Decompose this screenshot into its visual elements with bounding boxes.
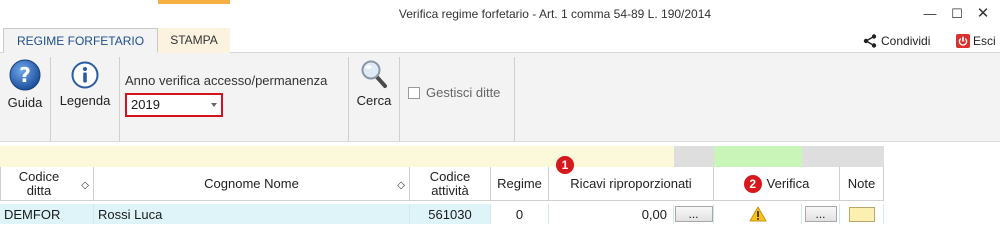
cell-ricavi[interactable]: 0,00 xyxy=(549,204,674,224)
col-header-label: Codice attività xyxy=(429,168,471,198)
ricavi-detail-button[interactable]: ... xyxy=(674,206,713,222)
anno-label: Anno verifica accesso/permanenza xyxy=(125,73,328,88)
cell-verifica-button: ... xyxy=(802,204,840,224)
sort-icon[interactable]: ◇ xyxy=(81,179,89,193)
gestisci-ditte-label: Gestisci ditte xyxy=(426,85,501,100)
band-segment xyxy=(840,146,884,167)
anno-value: 2019 xyxy=(131,97,160,112)
warning-icon[interactable] xyxy=(749,206,767,222)
chevron-down-icon xyxy=(211,103,217,107)
callout-badge-1: 1 xyxy=(556,156,574,174)
cerca-label: Cerca xyxy=(356,93,392,108)
sort-icon[interactable]: ◇ xyxy=(397,179,405,193)
band-segment xyxy=(674,146,714,167)
tab-stampa[interactable]: STAMPA xyxy=(158,28,230,53)
col-header-label: Ricavi riproporzionati xyxy=(570,175,692,191)
anno-select[interactable]: 2019 xyxy=(125,93,223,117)
help-icon: ? xyxy=(9,59,41,91)
esci-label: Esci xyxy=(973,34,996,48)
col-header-regime[interactable]: Regime xyxy=(491,167,549,201)
col-header-label: Verifica xyxy=(766,175,810,191)
col-header-label: Regime xyxy=(497,175,542,191)
legenda-button[interactable]: Legenda xyxy=(56,59,114,108)
ribbon-divider xyxy=(514,57,515,141)
ribbon-divider xyxy=(119,57,120,141)
cell-ricavi-button: ... xyxy=(674,204,714,224)
legenda-label: Legenda xyxy=(59,93,111,108)
maximize-button[interactable]: ☐ xyxy=(946,4,968,24)
guida-button[interactable]: ? Guida xyxy=(6,59,44,110)
band-segment xyxy=(410,146,491,167)
condividi-button[interactable]: Condividi xyxy=(862,32,930,50)
title-bar: Verifica regime forfetario - Art. 1 comm… xyxy=(0,0,1000,28)
band-segment xyxy=(714,146,802,167)
ribbon-tabs: REGIME FORFETARIO STAMPA Condividi Esci xyxy=(0,28,1000,53)
ribbon-divider xyxy=(50,57,51,141)
ribbon-toolbar: ? Guida Legenda Anno verifica accesso/pe… xyxy=(0,53,1000,142)
cell-note xyxy=(840,204,884,224)
info-icon xyxy=(71,61,99,89)
band-segment xyxy=(491,146,549,167)
callout-badge-2: 2 xyxy=(743,174,762,193)
band-segment xyxy=(94,146,410,167)
tab-regime-forfetario[interactable]: REGIME FORFETARIO xyxy=(3,28,158,53)
cerca-button[interactable]: Cerca xyxy=(354,59,394,108)
guida-label: Guida xyxy=(7,95,43,110)
cell-codice-ditta[interactable]: DEMFOR xyxy=(0,204,94,224)
note-icon[interactable] xyxy=(848,206,875,222)
col-header-codice-attivita[interactable]: Codice attività xyxy=(410,167,491,201)
col-header-verifica[interactable]: 2 Verifica xyxy=(714,167,840,201)
ribbon-divider xyxy=(348,57,349,141)
cell-regime[interactable]: 0 xyxy=(491,204,549,224)
window-title: Verifica regime forfetario - Art. 1 comm… xyxy=(398,7,712,21)
esci-button[interactable]: Esci xyxy=(956,32,996,50)
svg-text:?: ? xyxy=(19,63,31,87)
ribbon-divider xyxy=(399,57,400,141)
magnifier-icon xyxy=(361,60,387,88)
col-header-ricavi[interactable]: Ricavi riproporzionati xyxy=(549,167,714,201)
stampa-tab-accent xyxy=(158,0,230,4)
share-icon xyxy=(863,34,877,48)
close-button[interactable]: ✕ xyxy=(972,4,994,24)
col-header-cognome-nome[interactable]: Cognome Nome ◇ xyxy=(94,167,410,201)
col-header-note[interactable]: Note xyxy=(840,167,884,201)
cell-codice-attivita[interactable]: 561030 xyxy=(410,204,491,224)
band-segment xyxy=(802,146,840,167)
minimize-button[interactable]: — xyxy=(919,4,941,24)
cell-verifica xyxy=(714,204,802,224)
checkbox-box[interactable] xyxy=(408,86,420,99)
col-header-label: Cognome Nome xyxy=(204,175,299,191)
col-header-codice-ditta[interactable]: Codice ditta ◇ xyxy=(0,167,94,201)
exit-icon xyxy=(956,34,970,48)
verifica-detail-button[interactable]: ... xyxy=(804,206,837,222)
condividi-label: Condividi xyxy=(881,34,931,48)
gestisci-ditte-checkbox[interactable]: Gestisci ditte xyxy=(408,85,500,100)
col-header-label: Codice ditta xyxy=(18,168,60,198)
col-header-label: Note xyxy=(847,175,876,191)
cell-cognome-nome[interactable]: Rossi Luca xyxy=(94,204,410,224)
band-segment xyxy=(0,146,94,167)
